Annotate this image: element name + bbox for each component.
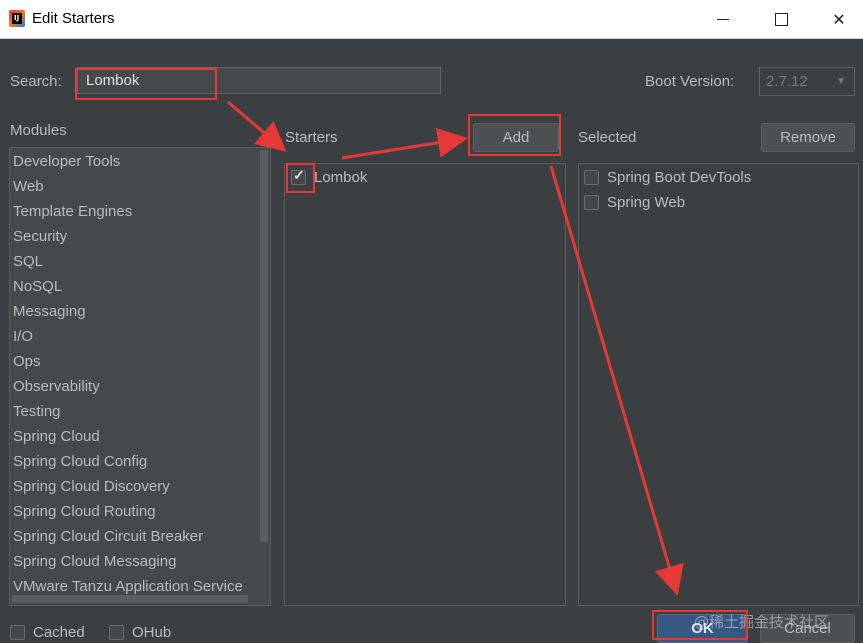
modules-horizontal-scrollbar[interactable]: [12, 595, 248, 603]
module-item[interactable]: Spring Cloud Messaging: [10, 549, 258, 574]
module-item[interactable]: Spring Cloud Routing: [10, 499, 258, 524]
ohub-label: OHub: [132, 624, 172, 641]
module-item[interactable]: Messaging: [10, 299, 258, 324]
module-item[interactable]: Web: [10, 174, 258, 199]
module-item[interactable]: NoSQL: [10, 274, 258, 299]
boot-version-value: 2.7.12: [766, 73, 808, 90]
selected-heading: Selected: [578, 129, 637, 146]
module-item[interactable]: Observability: [10, 374, 258, 399]
starter-item-label: Lombok: [314, 169, 368, 186]
arrow-to-add: [341, 127, 468, 160]
search-label: Search:: [10, 73, 62, 90]
add-button[interactable]: Add: [473, 123, 559, 152]
module-item[interactable]: SQL: [10, 249, 258, 274]
module-item[interactable]: Spring Cloud: [10, 424, 258, 449]
maximize-icon: [774, 12, 788, 26]
checkbox-checked-icon[interactable]: [291, 167, 306, 185]
selected-item-label: Spring Boot DevTools: [607, 169, 752, 186]
maximize-button[interactable]: [758, 0, 804, 38]
cached-checkbox-row[interactable]: Cached: [10, 624, 85, 641]
starters-list[interactable]: [284, 163, 566, 606]
checkbox-icon[interactable]: [584, 170, 599, 185]
minimize-icon: [717, 18, 729, 20]
boot-version-select[interactable]: 2.7.12 ▼: [759, 67, 855, 96]
checkbox-icon[interactable]: [109, 625, 124, 640]
checkbox-icon[interactable]: [584, 195, 599, 210]
modules-items: Developer Tools Web Template Engines Securi…: [10, 149, 258, 599]
title-bar: IJ Edit Starters ✕: [0, 0, 863, 39]
remove-button[interactable]: Remove: [761, 123, 855, 152]
checkbox-icon[interactable]: [10, 625, 25, 640]
boot-version-label: Boot Version:: [645, 73, 735, 90]
selected-list[interactable]: [578, 163, 859, 606]
close-button[interactable]: ✕: [816, 0, 862, 38]
starter-item-lombok[interactable]: Lombok: [291, 167, 368, 186]
module-item[interactable]: Spring Cloud Circuit Breaker: [10, 524, 258, 549]
modules-heading: Modules: [10, 122, 67, 139]
selected-item-label: Spring Web: [607, 194, 686, 211]
selected-item-devtools[interactable]: Spring Boot DevTools: [584, 169, 751, 186]
cached-label: Cached: [33, 624, 85, 641]
modules-list[interactable]: Developer Tools Web Template Engines Securi…: [9, 147, 271, 606]
chevron-down-icon: ▼: [836, 76, 846, 87]
module-item[interactable]: Template Engines: [10, 199, 258, 224]
ohub-checkbox-row[interactable]: OHub: [109, 624, 171, 641]
module-item[interactable]: Security: [10, 224, 258, 249]
module-item[interactable]: Spring Cloud Config: [10, 449, 258, 474]
minimize-button[interactable]: [700, 0, 746, 38]
modules-vertical-scrollbar[interactable]: [260, 150, 268, 542]
module-item[interactable]: Spring Cloud Discovery: [10, 474, 258, 499]
search-input[interactable]: Lombok: [77, 67, 441, 94]
watermark: @稀土掘金技术社区: [694, 613, 830, 631]
close-icon: ✕: [832, 9, 846, 29]
starters-heading: Starters: [285, 129, 338, 146]
module-item[interactable]: I/O: [10, 324, 258, 349]
selected-item-web[interactable]: Spring Web: [584, 194, 685, 211]
module-item[interactable]: Developer Tools: [10, 149, 258, 174]
window-title: Edit Starters: [32, 10, 115, 27]
module-item[interactable]: Ops: [10, 349, 258, 374]
arrow-search-to-starters: [227, 100, 287, 152]
intellij-app-icon: IJ: [9, 10, 25, 27]
module-item[interactable]: Testing: [10, 399, 258, 424]
